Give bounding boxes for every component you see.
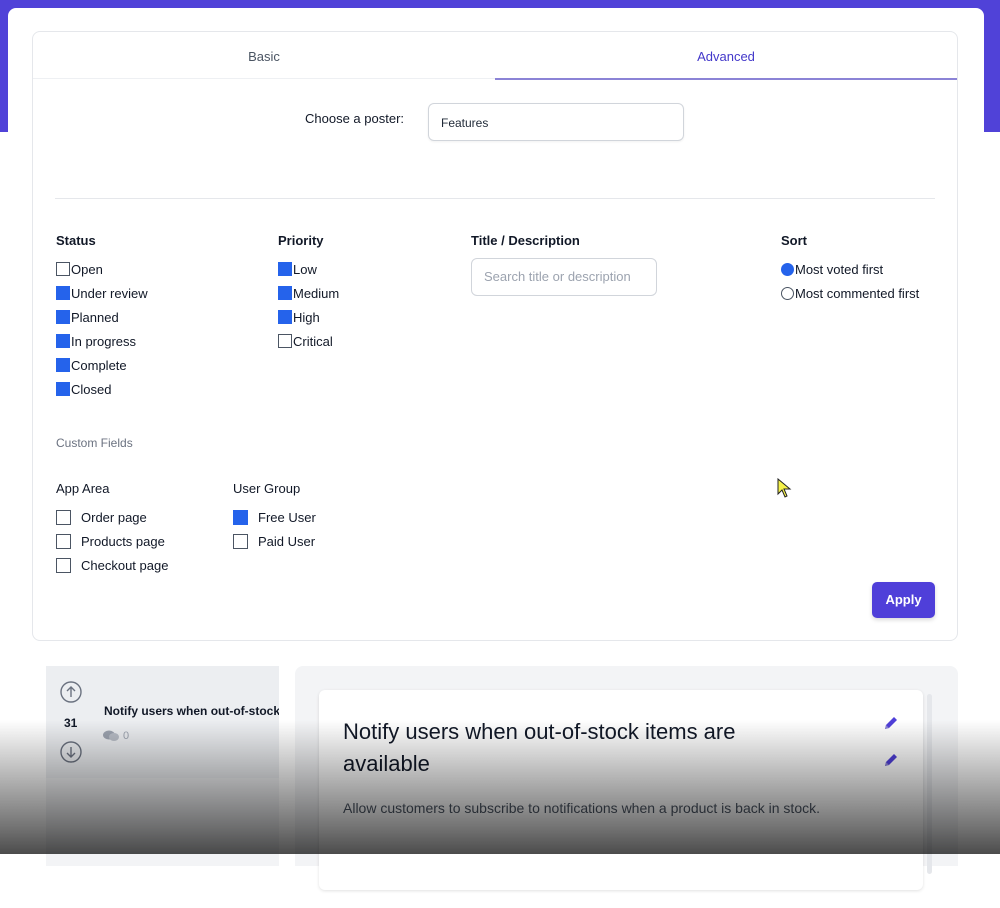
status-planned-option[interactable]: Planned [56,308,119,326]
priority-critical-checkbox[interactable] [278,334,292,348]
status-planned-checkbox[interactable] [56,310,70,324]
status-complete-label: Complete [71,357,127,373]
status-closed-option[interactable]: Closed [56,380,111,398]
app-area-products-page-option[interactable]: Products page [56,532,165,550]
priority-critical-option[interactable]: Critical [278,332,333,350]
sort-most-voted-label: Most voted first [795,261,884,277]
status-heading: Status [56,233,96,248]
post-detail-card: Notify users when out-of-stock items are… [319,690,923,890]
status-planned-label: Planned [71,309,119,325]
post-detail-description: Allow customers to subscribe to notifica… [343,800,820,816]
upvote-arrow-icon[interactable] [60,681,82,703]
user-group-paid-user-option[interactable]: Paid User [233,532,315,550]
downvote-arrow-icon[interactable] [60,741,82,763]
custom-fields-label: Custom Fields [56,436,133,450]
user-group-heading: User Group [233,481,301,496]
tab-basic[interactable]: Basic [33,32,495,79]
sort-most-commented-label: Most commented first [795,285,920,301]
tab-advanced[interactable]: Advanced [495,32,957,80]
comment-count: 0 [103,730,129,742]
priority-low-label: Low [293,261,317,277]
status-in-progress-option[interactable]: In progress [56,332,136,350]
post-list: 31 Notify users when out-of-stock items … [46,666,279,866]
comment-count-value: 0 [123,730,130,742]
edit-description-pencil-icon[interactable] [883,752,899,768]
status-under-review-option[interactable]: Under review [56,284,148,302]
user-group-paid-user-label: Paid User [258,533,316,549]
status-open-checkbox[interactable] [56,262,70,276]
status-in-progress-checkbox[interactable] [56,334,70,348]
app-area-products-page-label: Products page [81,533,165,549]
user-group-paid-user-checkbox[interactable] [233,533,248,549]
app-area-order-page-checkbox[interactable] [56,509,71,525]
apply-button[interactable]: Apply [872,582,935,618]
edit-title-pencil-icon[interactable] [883,715,899,731]
priority-medium-label: Medium [293,285,340,301]
sort-most-voted-radio[interactable] [781,262,794,276]
status-closed-checkbox[interactable] [56,382,70,396]
status-open-label: Open [71,261,103,277]
priority-low-option[interactable]: Low [278,260,317,278]
post-list-item-title: Notify users when out-of-stock items are… [104,704,279,718]
sort-most-voted-option[interactable]: Most voted first [781,260,883,278]
app-area-checkout-page-option[interactable]: Checkout page [56,556,168,574]
vote-count: 31 [64,716,78,730]
sort-heading: Sort [781,233,807,248]
poster-label: Choose a poster: [305,111,405,126]
sort-most-commented-option[interactable]: Most commented first [781,284,919,302]
priority-high-label: High [293,309,320,325]
status-complete-option[interactable]: Complete [56,356,127,374]
title-description-search-input[interactable]: Search title or description [471,258,657,296]
user-group-free-user-checkbox[interactable] [233,509,248,525]
post-detail-title: Notify users when out-of-stock items are… [343,719,736,776]
post-detail-panel: Notify users when out-of-stock items are… [295,666,958,890]
comments-icon [103,730,119,741]
status-in-progress-label: In progress [71,333,137,349]
status-under-review-checkbox[interactable] [56,286,70,300]
priority-high-option[interactable]: High [278,308,320,326]
priority-high-checkbox[interactable] [278,310,292,324]
priority-heading: Priority [278,233,324,248]
filter-panel: Basic Advanced Choose a poster: Features… [32,31,958,641]
status-complete-checkbox[interactable] [56,358,70,372]
poster-select[interactable]: Features [428,103,684,141]
user-group-free-user-label: Free User [258,509,316,525]
app-area-heading: App Area [56,481,110,496]
divider [55,198,935,199]
mouse-cursor-icon [777,478,792,498]
priority-critical-label: Critical [293,333,333,349]
app-area-checkout-page-checkbox[interactable] [56,557,71,573]
user-group-free-user-option[interactable]: Free User [233,508,316,526]
sort-most-commented-radio[interactable] [781,286,794,300]
status-under-review-label: Under review [71,285,148,301]
status-closed-label: Closed [71,381,112,397]
status-open-option[interactable]: Open [56,260,103,278]
app-area-order-page-option[interactable]: Order page [56,508,147,526]
priority-low-checkbox[interactable] [278,262,292,276]
title-description-heading: Title / Description [471,233,580,248]
posts-area: 31 Notify users when out-of-stock items … [46,666,958,890]
detail-scrollbar[interactable] [927,694,932,874]
priority-medium-checkbox[interactable] [278,286,292,300]
priority-medium-option[interactable]: Medium [278,284,339,302]
post-list-item[interactable]: 31 Notify users when out-of-stock items … [46,666,279,778]
app-area-order-page-label: Order page [81,509,147,525]
app-area-products-page-checkbox[interactable] [56,533,71,549]
app-area-checkout-page-label: Checkout page [81,557,169,573]
